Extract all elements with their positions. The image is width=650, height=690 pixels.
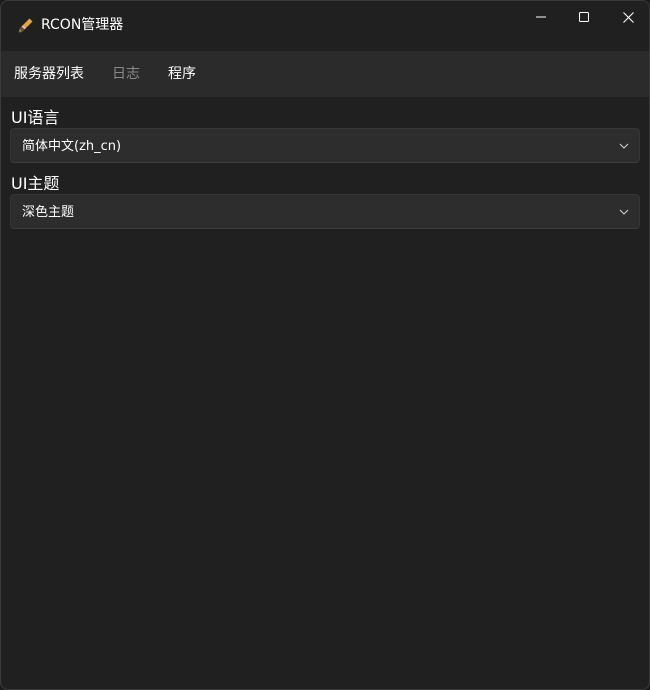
chevron-down-icon [619,143,629,149]
theme-dropdown[interactable]: 深色主题 [10,194,640,229]
minimize-icon [536,16,546,18]
chevron-down-icon [619,209,629,215]
window-title: RCON管理器 [41,17,124,33]
nav-item-program[interactable]: 程序 [168,51,196,97]
theme-selected-value: 深色主题 [22,205,75,220]
minimize-button[interactable] [518,1,564,33]
nav-item-logs[interactable]: 日志 [112,51,140,97]
maximize-button[interactable] [561,1,607,33]
maximize-icon [579,12,589,22]
app-window: RCON管理器 服务器列表 日志 程序 UI语言 简体中文(zh_cn) UI主… [0,0,650,690]
title-bar[interactable]: RCON管理器 [1,1,649,51]
language-label: UI语言 [11,108,60,127]
brush-icon [18,18,33,33]
close-icon [622,11,634,23]
theme-label: UI主题 [11,174,60,193]
nav-bar: 服务器列表 日志 程序 [1,51,649,97]
language-selected-value: 简体中文(zh_cn) [22,139,122,154]
nav-item-server-list[interactable]: 服务器列表 [14,51,84,97]
close-button[interactable] [605,1,649,33]
language-dropdown[interactable]: 简体中文(zh_cn) [10,128,640,163]
